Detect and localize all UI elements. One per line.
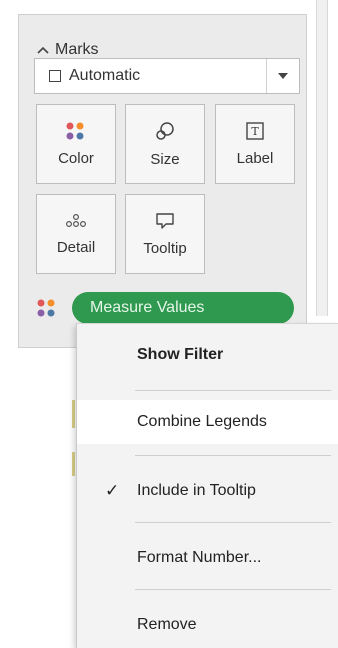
triangle-down-icon xyxy=(278,73,288,79)
label-label: Label xyxy=(236,149,274,167)
tooltip-icon xyxy=(156,212,174,229)
dropdown-button[interactable] xyxy=(266,59,299,93)
size-tile[interactable]: Size xyxy=(125,104,205,184)
measure-values-pill[interactable]: Measure Values xyxy=(72,292,294,324)
text-label-icon: T xyxy=(246,121,264,140)
tooltip-label: Tooltip xyxy=(143,239,187,257)
menu-item-include-in-tooltip[interactable]: ✓ Include in Tooltip xyxy=(77,469,338,513)
color-tile[interactable]: Color xyxy=(36,104,116,184)
svg-text:T: T xyxy=(251,125,259,138)
context-menu: Show Filter Combine Legends ✓ Include in… xyxy=(76,323,338,648)
menu-separator xyxy=(135,455,331,456)
size-label: Size xyxy=(150,150,180,168)
label-tile[interactable]: T Label xyxy=(215,104,295,184)
tooltip-tile[interactable]: Tooltip xyxy=(125,194,205,274)
color-dots-icon xyxy=(37,299,55,317)
measure-values-row: Measure Values xyxy=(36,292,294,324)
pill-label: Measure Values xyxy=(90,299,205,316)
menu-item-format-number[interactable]: Format Number... xyxy=(77,536,338,580)
menu-item-show-filter[interactable]: Show Filter xyxy=(77,333,338,377)
size-icon xyxy=(156,121,174,140)
color-label: Color xyxy=(58,149,94,167)
pane-divider[interactable] xyxy=(316,0,328,316)
detail-tile[interactable]: Detail xyxy=(36,194,116,274)
marks-header[interactable]: Marks xyxy=(37,41,99,59)
chart-edge-mark xyxy=(72,452,75,476)
square-mark-icon xyxy=(49,70,61,82)
mark-type-dropdown[interactable]: Automatic xyxy=(34,58,300,94)
menu-separator xyxy=(135,390,331,391)
menu-separator xyxy=(135,522,331,523)
color-dots-icon xyxy=(66,122,84,139)
chart-edge-mark xyxy=(72,400,75,428)
checkmark-icon: ✓ xyxy=(105,481,120,500)
menu-item-combine-legends[interactable]: Combine Legends xyxy=(77,400,338,444)
menu-separator xyxy=(135,589,331,590)
menu-item-remove[interactable]: Remove xyxy=(77,603,338,647)
mark-type-label: Automatic xyxy=(69,67,141,84)
marks-title: Marks xyxy=(55,41,99,58)
detail-label: Detail xyxy=(56,238,96,256)
detail-dots-icon xyxy=(65,213,87,227)
chevron-up-icon xyxy=(37,46,49,54)
